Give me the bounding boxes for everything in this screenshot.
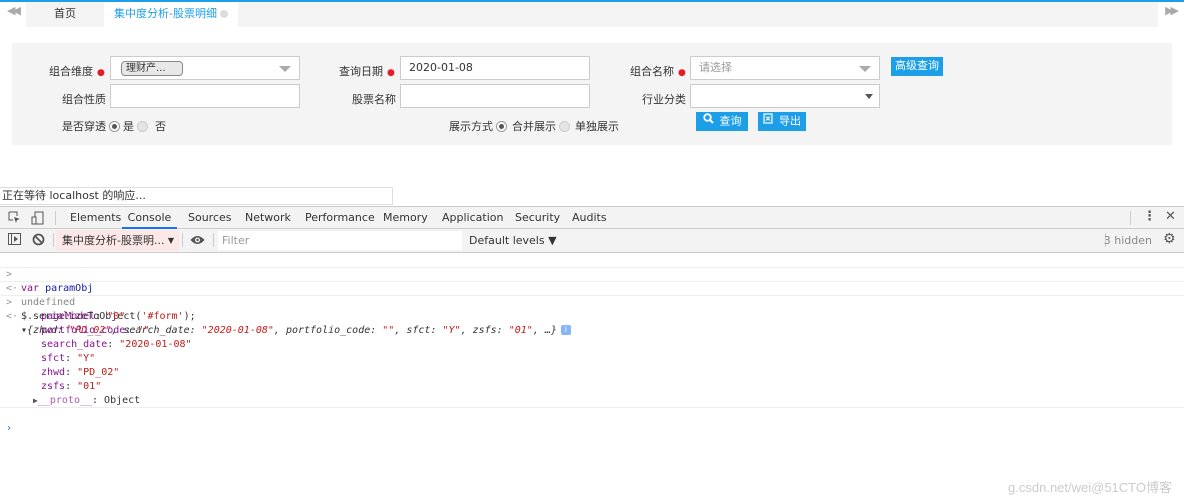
query-form: 组合维度 ● 理财产... 查询日期 ● 2020-01-08 组合名称 ● 请选择 …	[12, 43, 1172, 145]
divider	[55, 211, 56, 225]
advanced-query-button[interactable]: 高级查询	[891, 57, 943, 76]
filter-input[interactable]: Filter	[218, 231, 462, 250]
search-date-input[interactable]: 2020-01-08	[400, 56, 590, 80]
penetrate-no-radio[interactable]	[137, 120, 148, 132]
close-icon[interactable]: ✕	[1165, 210, 1176, 224]
industry-select[interactable]	[690, 84, 880, 108]
zhwd-chip[interactable]: 理财产...	[121, 61, 183, 76]
display-merge-label: 合并展示	[512, 120, 556, 133]
display-radio-group: 展示方式 合并展示 单独展示	[449, 118, 619, 134]
hidden-count: 3 hidden	[1103, 234, 1152, 247]
zhwd-select[interactable]: 理财产...	[110, 56, 300, 80]
tab-stock-detail[interactable]: 集中度分析-股票明细	[104, 2, 238, 27]
devtools-tab-sources[interactable]: Sources	[188, 207, 232, 229]
object-property: sfct: "Y"	[41, 353, 96, 364]
divider	[213, 233, 214, 247]
console-toolbar: 集中度分析-股票明... ▼ Filter Default levels ▼ 3 …	[0, 229, 1184, 253]
devtools-tab-security[interactable]: Security	[515, 207, 560, 229]
context-selector[interactable]: 集中度分析-股票明... ▼	[56, 230, 179, 251]
devtools-tab-console[interactable]: Console	[122, 207, 177, 229]
devtools-tab-bar: Elements Console Sources Network Perform…	[0, 206, 1184, 229]
close-icon[interactable]	[219, 10, 228, 18]
context-selector-value: 集中度分析-股票明...	[62, 234, 165, 247]
watermark: g.csdn.net/wei@51CTO博客	[1008, 480, 1172, 495]
chevron-down-icon	[279, 66, 291, 72]
object-property: search_date: "2020-01-08"	[41, 339, 192, 350]
export-button[interactable]: 导出	[758, 112, 806, 131]
console-prompt[interactable]: ›	[0, 408, 1184, 434]
display-label: 展示方式	[449, 120, 493, 133]
stock-name-input[interactable]	[400, 84, 590, 108]
more-options-icon[interactable]: ⋮	[1143, 210, 1156, 224]
devtools-tab-audits[interactable]: Audits	[572, 207, 607, 229]
console-input-line: > var paramObj	[0, 254, 1184, 294]
tab-bar: ◀◀ 首页 集中度分析-股票明细 ▶▶	[0, 2, 1184, 27]
eye-icon[interactable]	[190, 234, 205, 249]
portfolio-nature-input[interactable]	[110, 84, 300, 108]
portfolio-nature-label: 组合性质	[62, 93, 106, 106]
object-property: zhwd: "PD_02"	[41, 367, 120, 378]
scroll-left-icon[interactable]: ◀◀	[7, 4, 21, 17]
excel-file-icon	[763, 112, 773, 131]
query-button-label: 查询	[719, 115, 742, 128]
console-result-line: <· undefined	[0, 268, 1184, 308]
devtools-tab-network[interactable]: Network	[245, 207, 291, 229]
divider	[182, 233, 183, 247]
stock-name-label: 股票名称	[352, 93, 396, 106]
penetrate-radio-group: 是否穿透 是 否	[62, 118, 166, 134]
tab-stock-detail-label: 集中度分析-股票明细	[114, 7, 217, 20]
display-single-radio[interactable]	[559, 120, 570, 132]
export-button-label: 导出	[779, 115, 801, 128]
chevron-down-icon: ▼	[167, 236, 174, 245]
input-prompt-icon: ›	[6, 423, 13, 434]
device-toolbar-icon[interactable]	[31, 211, 44, 228]
chevron-down-icon	[865, 94, 873, 99]
object-property: zsfs: "01"	[41, 381, 102, 392]
display-single-label: 单独展示	[575, 120, 619, 133]
proto-property[interactable]: ▶__proto__: Object	[0, 394, 1184, 408]
devtools-tab-elements[interactable]: Elements	[70, 207, 121, 229]
divider	[53, 233, 54, 247]
gear-icon[interactable]: ⚙	[1163, 232, 1176, 247]
devtools-tab-performance[interactable]: Performance	[305, 207, 375, 229]
devtools-tab-application[interactable]: Application	[442, 207, 503, 229]
zhwd-label: 组合维度 ●	[49, 65, 105, 78]
object-summary-line[interactable]: <· ▾{zhwd: "PD_02", search_date: "2020-0…	[0, 296, 1184, 336]
penetrate-label: 是否穿透	[62, 120, 106, 133]
portfolio-name-placeholder: 请选择	[699, 61, 732, 74]
penetrate-yes-radio[interactable]	[109, 120, 120, 132]
console-output: > var paramObj <· undefined > $.serializ…	[0, 254, 1184, 434]
portfolio-name-select[interactable]: 请选择	[690, 56, 880, 80]
divider	[1130, 211, 1131, 225]
devtools-tab-memory[interactable]: Memory	[383, 207, 428, 229]
search-date-label: 查询日期 ●	[339, 65, 395, 78]
portfolio-name-label: 组合名称 ●	[630, 65, 686, 78]
sidebar-toggle-icon[interactable]	[8, 233, 21, 248]
chevron-down-icon	[859, 66, 871, 72]
industry-label: 行业分类	[642, 93, 686, 106]
scroll-right-icon[interactable]: ▶▶	[1165, 4, 1179, 17]
object-property: pageModel: "0"	[41, 311, 126, 322]
query-button[interactable]: 查询	[696, 112, 748, 131]
clear-console-icon[interactable]	[32, 233, 45, 249]
inspect-element-icon[interactable]	[8, 211, 21, 227]
status-bar: 正在等待 localhost 的响应...	[0, 187, 393, 205]
penetrate-no-label: 否	[155, 120, 166, 133]
object-property: portfolio_code: ""	[41, 325, 150, 336]
log-levels-dropdown[interactable]: Default levels ▼	[469, 229, 557, 252]
search-icon	[702, 112, 714, 131]
penetrate-yes-label: 是	[123, 120, 134, 133]
devtools-panel: Elements Console Sources Network Perform…	[0, 206, 1184, 502]
console-input-line: > $.serializeToObject('#form');	[0, 282, 1184, 322]
display-merge-radio[interactable]	[496, 120, 507, 132]
tab-home[interactable]: 首页	[26, 2, 104, 27]
